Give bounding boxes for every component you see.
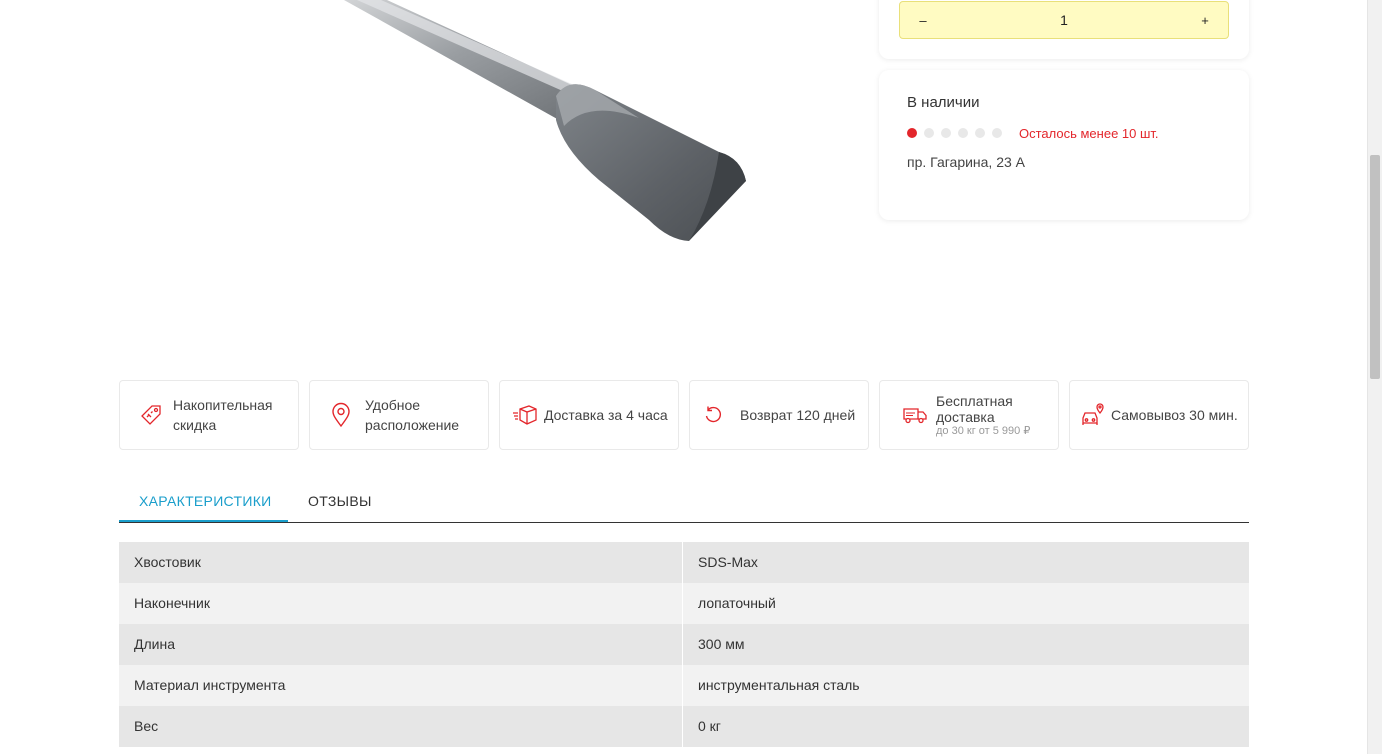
stock-note: Осталось менее 10 шт. — [1019, 126, 1159, 141]
feature-label: Бесплатная доставка — [936, 392, 1013, 425]
spec-name: Хвостовик — [119, 542, 683, 583]
table-row: Хвостовик SDS-Max — [119, 542, 1249, 583]
quantity-plus-button[interactable]: + — [1196, 13, 1214, 28]
spec-name: Вес — [119, 706, 683, 747]
stock-level-dot — [941, 128, 951, 138]
delivery-box-icon — [512, 402, 538, 428]
specs-table: Хвостовик SDS-Max Наконечник лопаточный … — [119, 542, 1249, 747]
feature-text: Бесплатная доставка до 30 кг от 5 990 ₽ — [936, 393, 1036, 438]
feature-free-delivery: Бесплатная доставка до 30 кг от 5 990 ₽ — [879, 380, 1059, 450]
feature-sublabel: до 30 кг от 5 990 ₽ — [936, 424, 1031, 437]
spec-value: инструментальная сталь — [698, 677, 860, 693]
stock-level-dot — [975, 128, 985, 138]
pickup-car-icon — [1080, 402, 1106, 428]
spec-name: Материал инструмента — [119, 665, 683, 706]
stock-level-dot — [924, 128, 934, 138]
spec-value: 0 кг — [698, 718, 721, 734]
spec-value: 300 мм — [698, 636, 745, 652]
quantity-stepper[interactable]: – 1 + — [899, 1, 1229, 39]
quantity-value[interactable]: 1 — [1060, 12, 1068, 28]
table-row: Материал инструмента инструментальная ст… — [119, 665, 1249, 706]
page: – 1 + В наличии Осталось менее 10 шт. пр… — [0, 0, 1367, 754]
feature-convenient-location: Удобное расположение — [309, 380, 489, 450]
stock-level-dot — [907, 128, 917, 138]
feature-label: Удобное расположение — [365, 397, 460, 433]
spec-value: лопаточный — [698, 595, 776, 611]
spec-name: Длина — [119, 624, 683, 665]
spec-value: SDS-Max — [698, 554, 758, 570]
product-image — [119, 0, 859, 360]
stock-level-indicator — [907, 128, 1002, 138]
quantity-minus-button[interactable]: – — [914, 13, 932, 28]
product-tabs: ХАРАКТЕРИСТИКИ ОТЗЫВЫ — [119, 480, 1249, 523]
scrollbar-thumb[interactable] — [1370, 155, 1380, 379]
return-arrow-icon — [700, 402, 726, 428]
stock-level-dot — [958, 128, 968, 138]
feature-pickup-30: Самовывоз 30 мин. — [1069, 380, 1249, 450]
tab-reviews[interactable]: ОТЗЫВЫ — [308, 493, 372, 509]
feature-label: Накопительная скидка — [173, 397, 273, 433]
table-row: Вес 0 кг — [119, 706, 1249, 747]
location-pin-icon — [328, 402, 354, 428]
feature-label: Доставка за 4 часа — [544, 407, 668, 423]
free-delivery-truck-icon — [902, 402, 928, 428]
active-tab-indicator — [119, 520, 288, 522]
chisel-image — [344, 0, 746, 241]
page-scrollbar[interactable] — [1367, 0, 1382, 754]
store-address[interactable]: пр. Гагарина, 23 А — [907, 154, 1025, 170]
feature-delivery-4h: Доставка за 4 часа — [499, 380, 679, 450]
tab-characteristics[interactable]: ХАРАКТЕРИСТИКИ — [139, 493, 272, 509]
table-row: Длина 300 мм — [119, 624, 1249, 665]
spec-name: Наконечник — [119, 583, 683, 624]
stock-title: В наличии — [907, 94, 980, 111]
table-row: Наконечник лопаточный — [119, 583, 1249, 624]
discount-tag-icon — [138, 402, 164, 428]
stock-level-dot — [992, 128, 1002, 138]
stock-card: В наличии Осталось менее 10 шт. пр. Гага… — [879, 70, 1249, 220]
feature-loyalty-discount: Накопительная скидка — [119, 380, 299, 450]
feature-return-120: Возврат 120 дней — [689, 380, 869, 450]
feature-label: Самовывоз 30 мин. — [1111, 407, 1238, 423]
feature-label: Возврат 120 дней — [740, 407, 856, 423]
